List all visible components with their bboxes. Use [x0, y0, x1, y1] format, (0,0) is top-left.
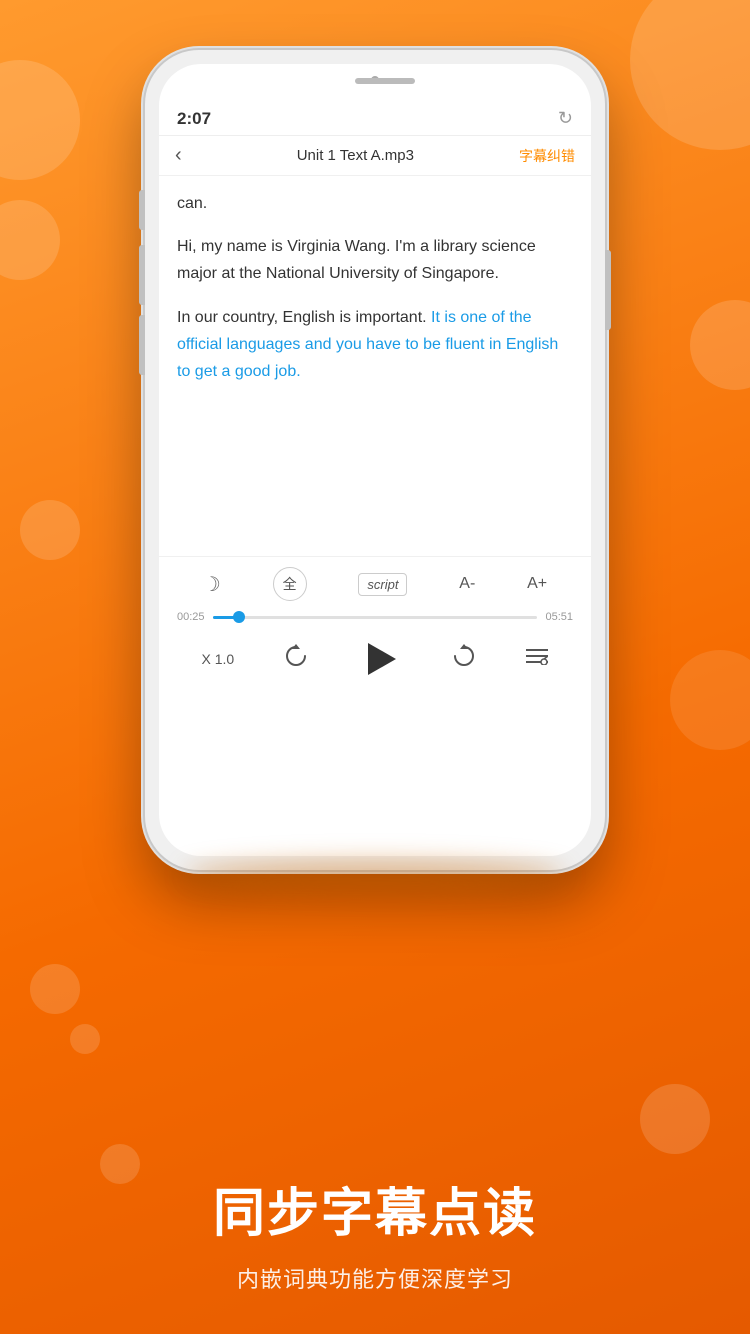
- phone-mockup: 2:07 ↻ ‹ Unit 1 Text A.mp3 字幕纠错 can. Hi,…: [145, 50, 605, 870]
- font-plus-label: A+: [527, 575, 547, 593]
- font-plus-button[interactable]: A+: [527, 575, 547, 593]
- main-title: 同步字幕点读: [20, 1171, 730, 1246]
- app-header: 2:07 ↻: [159, 102, 591, 136]
- content-text: can. Hi, my name is Virginia Wang. I'm a…: [177, 190, 573, 385]
- progress-thumb[interactable]: [233, 611, 245, 623]
- moon-icon: ☽: [203, 572, 221, 597]
- forward-button[interactable]: [451, 643, 477, 675]
- replay-button[interactable]: [283, 643, 309, 675]
- deco-circle-2: [0, 200, 60, 280]
- side-button-volume-up: [139, 245, 145, 305]
- content-area: can. Hi, my name is Virginia Wang. I'm a…: [159, 176, 591, 556]
- controls-area: ☽ 全 script A-: [159, 556, 591, 691]
- paragraph-2: Hi, my name is Virginia Wang. I'm a libr…: [177, 233, 573, 287]
- script-label: script: [358, 573, 407, 596]
- control-buttons-row: ☽ 全 script A-: [177, 567, 573, 601]
- paragraph-3: In our country, English is important. It…: [177, 304, 573, 386]
- bottom-section: 同步字幕点读 内嵌词典功能方便深度学习: [0, 1141, 750, 1334]
- deco-circle-5: [690, 300, 750, 390]
- phone-speaker: [355, 78, 415, 84]
- font-minus-label: A-: [459, 575, 475, 593]
- subtitle-correction[interactable]: 字幕纠错: [519, 146, 575, 166]
- paragraph-1: can.: [177, 190, 573, 217]
- time-total: 05:51: [545, 611, 573, 623]
- phone-screen: 2:07 ↻ ‹ Unit 1 Text A.mp3 字幕纠错 can. Hi,…: [159, 64, 591, 856]
- play-icon: [368, 643, 396, 675]
- nav-bar: ‹ Unit 1 Text A.mp3 字幕纠错: [159, 136, 591, 176]
- sub-title: 内嵌词典功能方便深度学习: [20, 1262, 730, 1294]
- refresh-icon[interactable]: ↻: [558, 108, 573, 129]
- back-button[interactable]: ‹: [175, 144, 182, 167]
- all-button[interactable]: 全: [273, 567, 307, 601]
- progress-bar[interactable]: [213, 616, 538, 619]
- night-mode-button[interactable]: ☽: [203, 572, 221, 597]
- nav-title: Unit 1 Text A.mp3: [192, 147, 519, 164]
- phone-shadow: [185, 860, 565, 890]
- play-button[interactable]: [358, 637, 402, 681]
- playback-controls: X 1.0: [177, 633, 573, 685]
- time-current: 00:25: [177, 611, 205, 623]
- playlist-button[interactable]: [526, 647, 548, 671]
- phone-top-bar: [159, 64, 591, 102]
- deco-circle-1: [0, 60, 80, 180]
- paragraph-3-plain: In our country, English is important.: [177, 309, 431, 326]
- deco-circle-10: [670, 650, 750, 750]
- script-button[interactable]: script: [358, 573, 407, 596]
- font-minus-button[interactable]: A-: [459, 575, 475, 593]
- side-button-power: [605, 250, 611, 330]
- app-time: 2:07: [177, 109, 211, 129]
- all-circle: 全: [273, 567, 307, 601]
- all-label: 全: [283, 574, 297, 594]
- speed-button[interactable]: X 1.0: [202, 651, 235, 667]
- phone-body: 2:07 ↻ ‹ Unit 1 Text A.mp3 字幕纠错 can. Hi,…: [145, 50, 605, 870]
- progress-area: 00:25 05:51: [177, 611, 573, 623]
- side-button-volume-down: [139, 315, 145, 375]
- deco-circle-4: [630, 0, 750, 150]
- deco-circle-7: [70, 1024, 100, 1054]
- deco-circle-6: [30, 964, 80, 1014]
- deco-circle-3: [20, 500, 80, 560]
- side-button-silent: [139, 190, 145, 230]
